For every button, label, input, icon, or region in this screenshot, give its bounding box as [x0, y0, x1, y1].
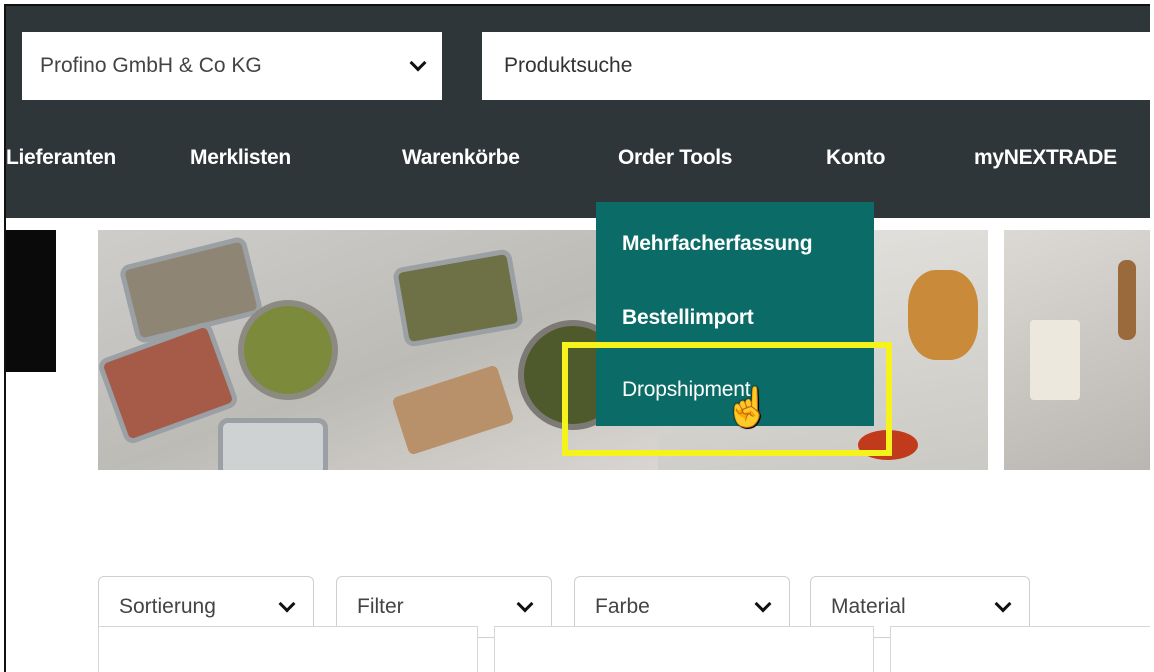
nav-item-merklisten[interactable]: Merklisten	[190, 146, 291, 170]
chevron-down-icon	[754, 595, 772, 613]
company-select[interactable]: Profino GmbH & Co KG	[22, 32, 442, 100]
product-card[interactable]	[890, 626, 1150, 672]
search-input[interactable]	[482, 32, 1150, 100]
product-card[interactable]	[98, 626, 478, 672]
nav-item-konto[interactable]: Konto	[826, 146, 885, 170]
nav-item-lieferanten[interactable]: Lieferanten	[6, 146, 116, 170]
cutting-board-shape	[391, 364, 515, 456]
main-nav: Lieferanten Merklisten Warenkörbe Order …	[6, 146, 1150, 186]
top-bar: Profino GmbH & Co KG Lieferanten Merklis…	[6, 6, 1150, 218]
company-select-value: Profino GmbH & Co KG	[40, 54, 262, 77]
menu-item-mehrfacherfassung[interactable]: Mehrfacherfassung	[622, 232, 813, 256]
color-label: Farbe	[595, 595, 650, 618]
menu-item-bestellimport[interactable]: Bestellimport	[622, 306, 754, 330]
chevron-down-icon	[409, 54, 427, 72]
nav-item-warenkoerbe[interactable]: Warenkörbe	[402, 146, 520, 170]
nav-item-mynextrade[interactable]: myNEXTRADE	[974, 146, 1117, 170]
product-card[interactable]	[494, 626, 874, 672]
filter-label: Filter	[357, 595, 404, 618]
lunchbox-shape	[391, 248, 525, 348]
sort-label: Sortierung	[119, 595, 216, 618]
jar-shape	[908, 270, 978, 360]
banner-image-jars[interactable]	[1004, 230, 1150, 470]
hand-cursor-icon: ☝	[724, 387, 772, 429]
chevron-down-icon	[994, 595, 1012, 613]
side-block	[6, 230, 56, 372]
spoon-shape	[1118, 260, 1136, 340]
chevron-down-icon	[278, 595, 296, 613]
jar-shape	[1030, 320, 1080, 400]
banner-gap	[988, 230, 1004, 470]
nav-item-order-tools[interactable]: Order Tools	[618, 146, 732, 170]
chevron-down-icon	[516, 595, 534, 613]
material-label: Material	[831, 595, 906, 618]
bowl-shape	[238, 300, 338, 400]
app-frame: Profino GmbH & Co KG Lieferanten Merklis…	[4, 4, 1150, 672]
lunchbox-shape	[218, 418, 328, 470]
